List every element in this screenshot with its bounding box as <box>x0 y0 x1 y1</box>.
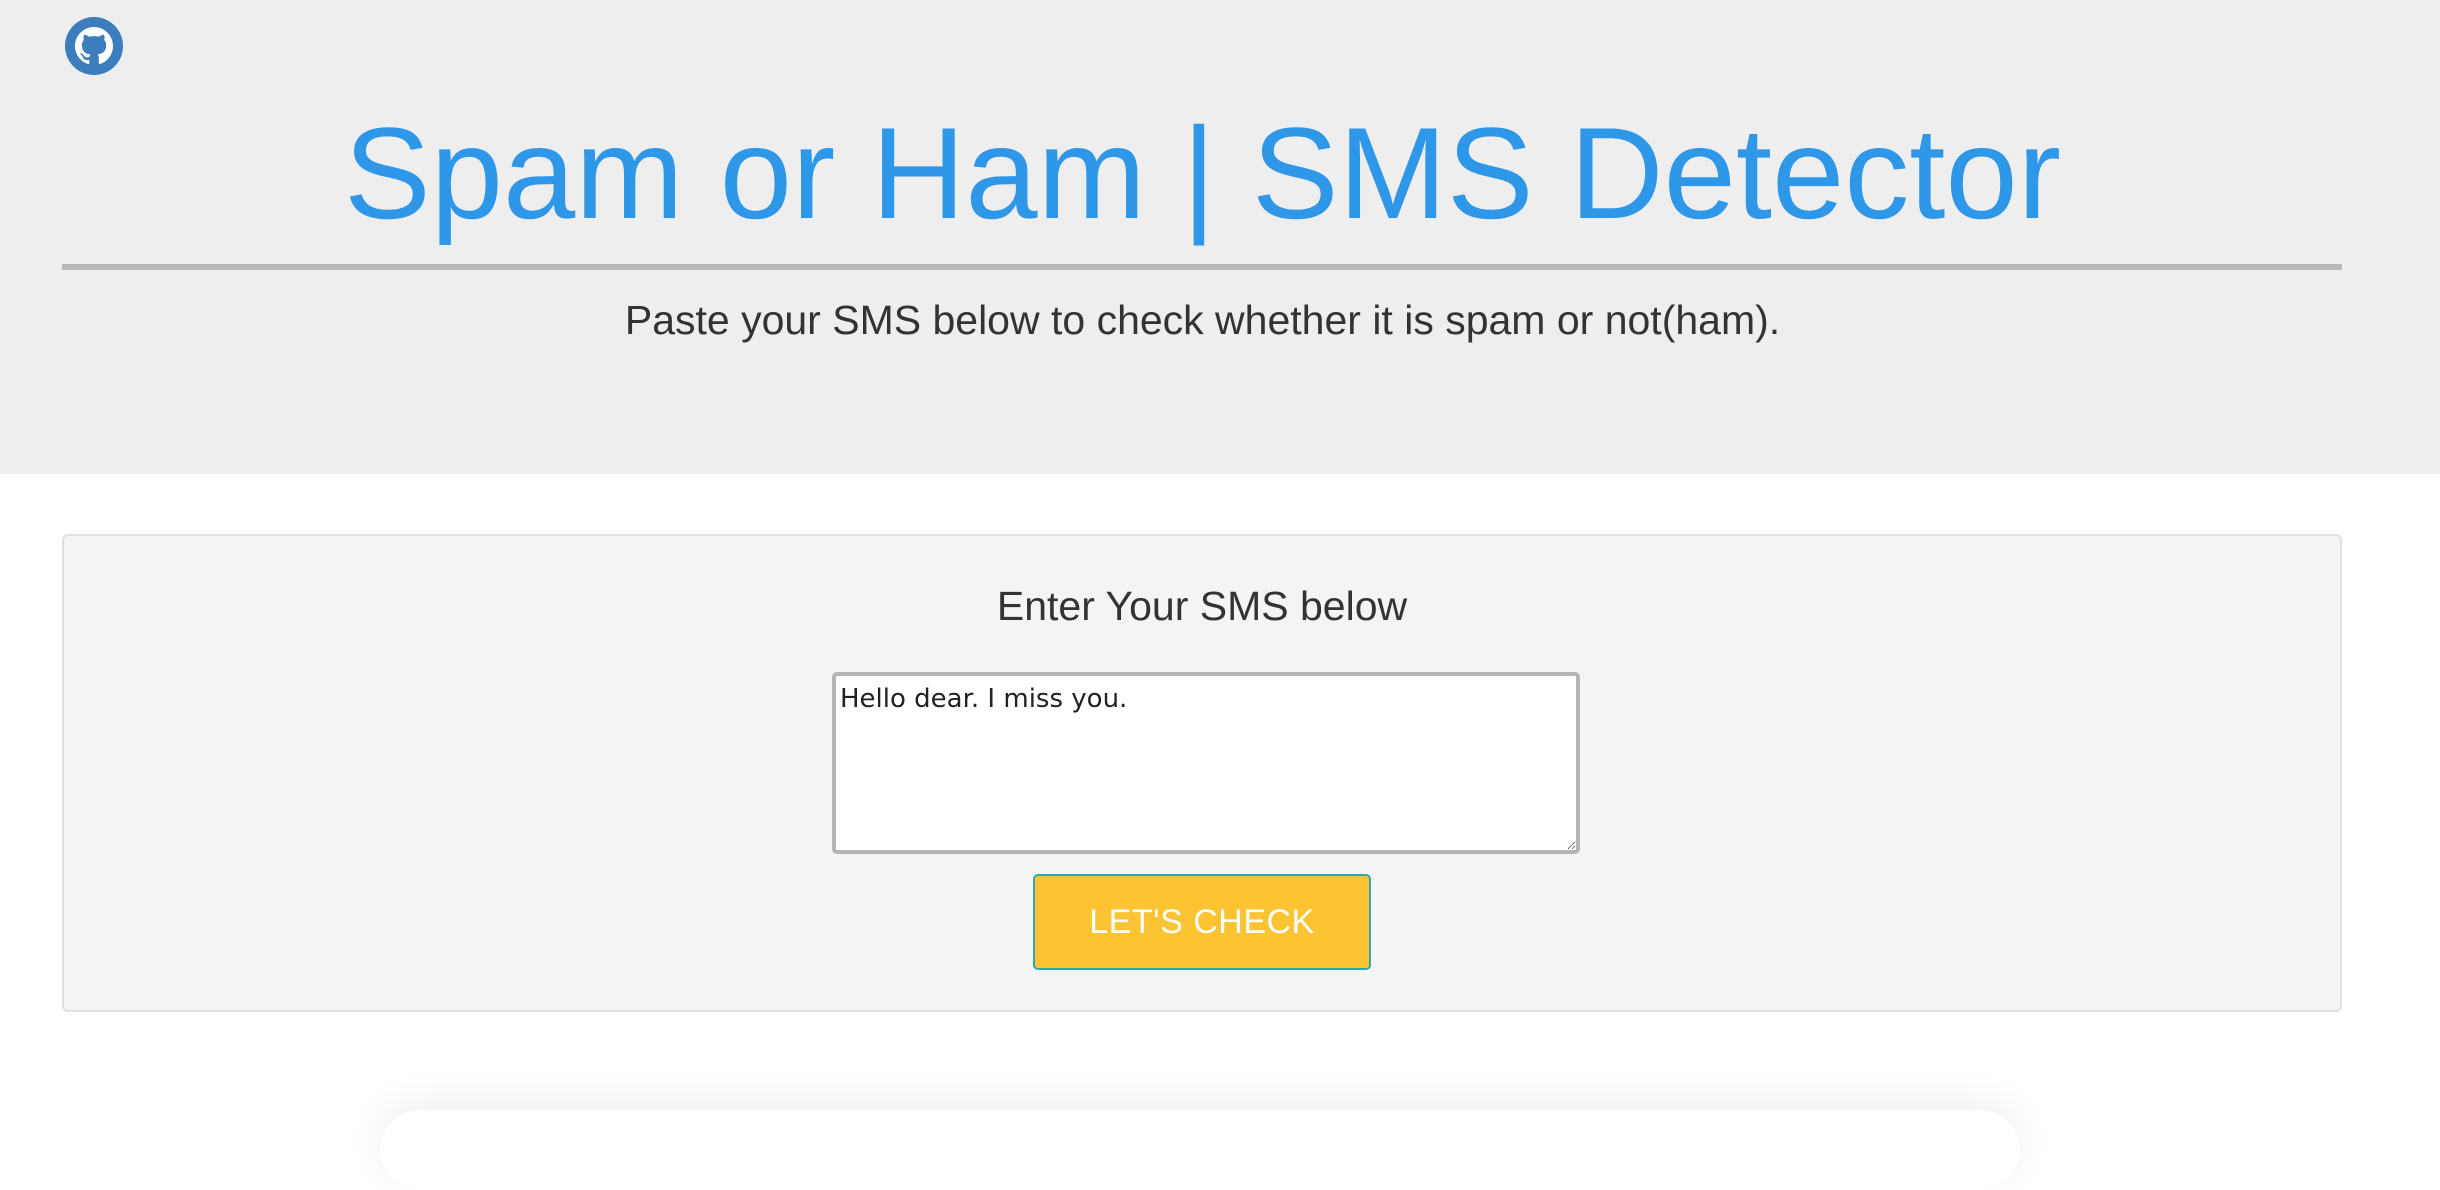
sms-input[interactable]: Hello dear. I miss you. <box>832 672 1580 854</box>
lets-check-button[interactable]: LET'S CHECK <box>1033 874 1371 970</box>
form-heading: Enter Your SMS below <box>996 583 1408 629</box>
sms-form-panel: Enter Your SMS below Hello dear. I miss … <box>62 534 2342 1012</box>
github-link[interactable] <box>64 16 124 76</box>
header-section: Spam or Ham | SMS Detector Paste your SM… <box>0 0 2440 474</box>
bottom-card-shadow <box>380 1110 2020 1190</box>
page-subtitle: Paste your SMS below to check whether it… <box>624 297 1781 343</box>
github-icon <box>65 17 123 75</box>
page-title: Spam or Ham | SMS Detector <box>343 100 2062 246</box>
header-divider <box>62 264 2342 270</box>
